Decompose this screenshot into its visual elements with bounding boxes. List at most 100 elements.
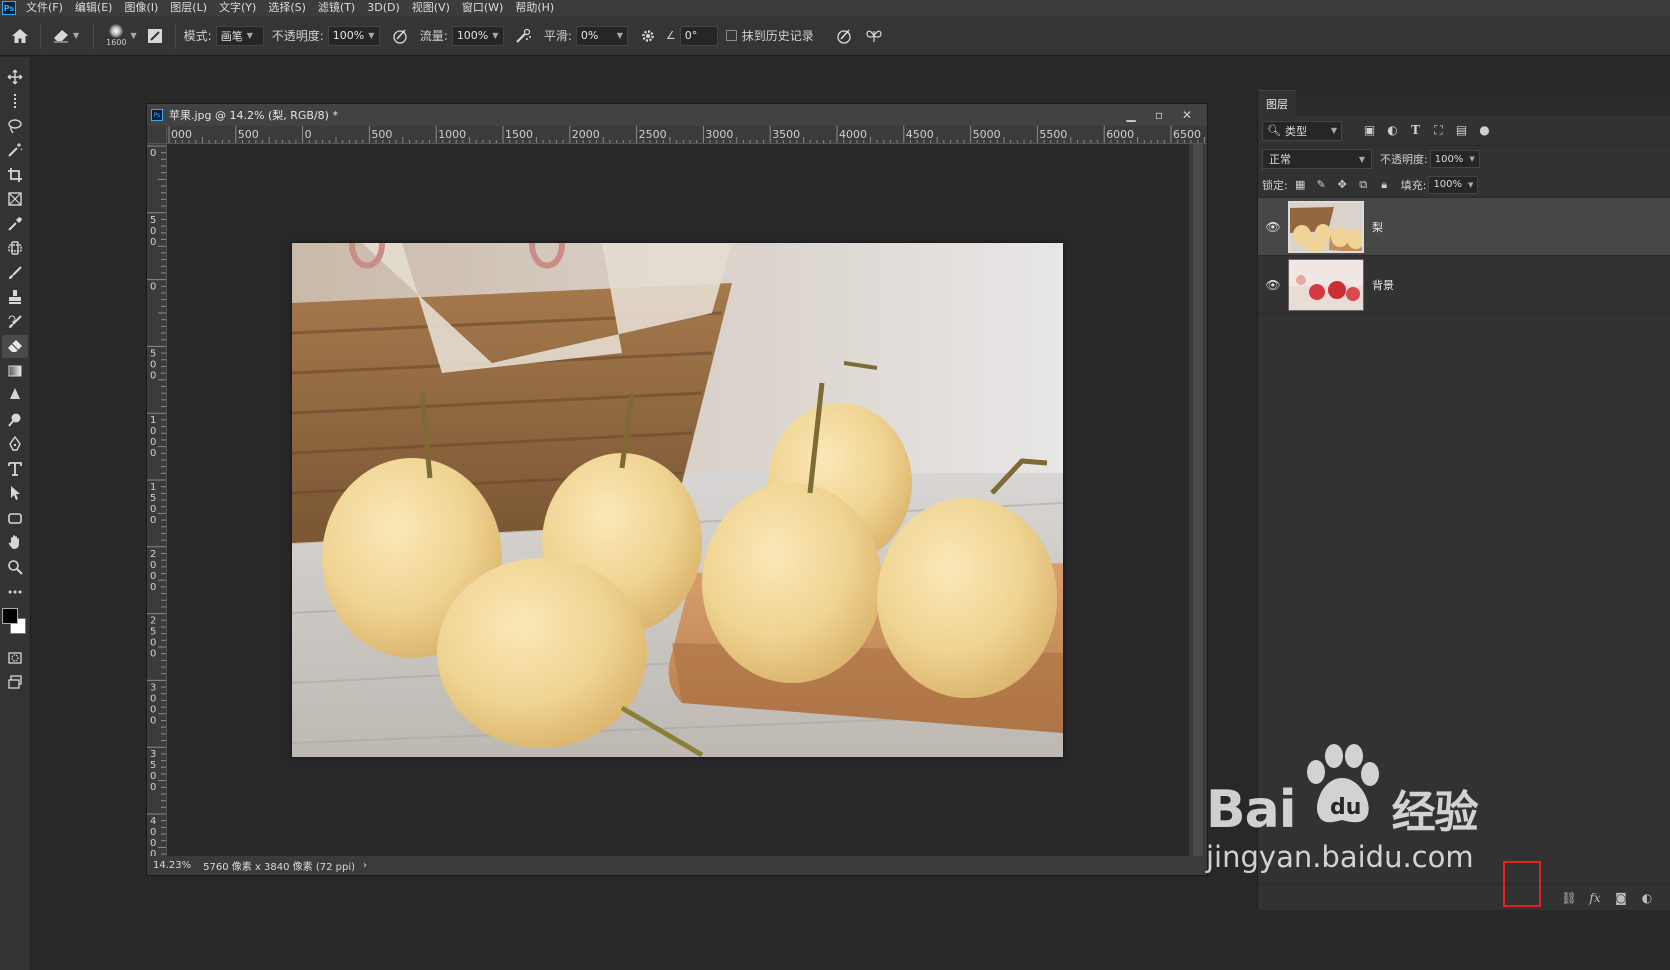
eyedropper-tool-icon[interactable] <box>2 212 28 235</box>
pen-tool-icon[interactable] <box>2 433 28 456</box>
brush-preset-picker[interactable]: 1600 <box>106 24 127 47</box>
layer-name[interactable]: 背景 <box>1372 277 1394 293</box>
menu-edit[interactable]: 编辑(E) <box>69 0 119 16</box>
layer-style-fx-icon[interactable]: fx <box>1582 891 1608 905</box>
history-brush-tool-icon[interactable] <box>2 310 28 333</box>
link-layers-icon[interactable]: ⛓︎ <box>1556 891 1582 905</box>
lock-image-pixels-icon[interactable]: ✎ <box>1311 178 1332 192</box>
mode-dropdown[interactable]: 画笔 ▼ <box>215 25 264 46</box>
tab-layers[interactable]: 图层 <box>1258 90 1296 116</box>
lasso-tool-icon[interactable] <box>2 114 28 137</box>
minimize-icon[interactable]: ▁ <box>1117 108 1145 122</box>
menu-window[interactable]: 窗口(W) <box>456 0 509 16</box>
opacity-field[interactable]: 100% ▼ <box>327 25 380 46</box>
smart-object-filter-icon[interactable]: ▤ <box>1450 123 1473 138</box>
symmetry-butterfly-icon[interactable] <box>862 24 886 48</box>
lock-position-icon[interactable]: ✥ <box>1332 178 1353 192</box>
smoothing-options-gear-icon[interactable] <box>636 24 660 48</box>
chevron-down-icon: ▼ <box>492 31 499 40</box>
angle-field[interactable]: 0° <box>679 25 718 46</box>
menu-help[interactable]: 帮助(H) <box>509 0 560 16</box>
type-tool-icon[interactable] <box>2 457 28 480</box>
eraser-tool-preset-icon[interactable] <box>49 24 73 48</box>
lock-all-icon[interactable]: 🔒︎ <box>1374 178 1395 192</box>
gradient-tool-icon[interactable] <box>2 359 28 382</box>
horizontal-ruler[interactable]: 000 500 0 500 1000 1500 2000 2500 3000 3500 4000 45… <box>167 126 1207 144</box>
panel-tab-bar: 图层 <box>1258 90 1670 116</box>
new-adjustment-layer-icon[interactable]: ◐ <box>1634 891 1660 905</box>
menu-layer[interactable]: 图层(L) <box>164 0 213 16</box>
menu-select[interactable]: 选择(S) <box>262 0 312 16</box>
zoom-level[interactable]: 14.23% <box>153 860 191 871</box>
dodge-tool-icon[interactable] <box>2 408 28 431</box>
eye-visibility-icon[interactable]: 👁︎ <box>1258 278 1288 292</box>
add-layer-mask-icon[interactable]: ◙ <box>1608 891 1634 905</box>
frame-tool-icon[interactable] <box>2 188 28 211</box>
erase-to-history-checkbox[interactable] <box>725 30 737 41</box>
layer-row-pear[interactable]: 👁︎ 梨 <box>1258 198 1670 256</box>
move-tool-icon[interactable] <box>2 65 28 88</box>
rectangle-tool-icon[interactable] <box>2 506 28 529</box>
ruler-origin[interactable] <box>147 126 167 144</box>
more-tools-icon[interactable] <box>2 580 28 603</box>
menu-filter[interactable]: 滤镜(T) <box>312 0 361 16</box>
blur-tool-icon[interactable] <box>2 384 28 407</box>
eraser-tool-icon[interactable] <box>2 334 28 358</box>
blend-mode-dropdown[interactable]: 正常 ▼ <box>1262 149 1372 169</box>
fill-field[interactable]: 100% ▼ <box>1428 175 1479 194</box>
vertical-ruler[interactable]: 0500050010001500200025003000350040004 <box>147 144 167 858</box>
adjustment-layer-filter-icon[interactable]: ◐ <box>1381 123 1404 138</box>
status-menu-arrow-icon[interactable]: › <box>363 860 367 871</box>
pixel-layer-filter-icon[interactable]: ▣ <box>1358 123 1381 138</box>
canvas[interactable] <box>167 144 1189 858</box>
layer-thumbnail[interactable] <box>1288 258 1364 311</box>
lock-artboard-icon[interactable]: ⧉ <box>1353 178 1374 192</box>
menu-type[interactable]: 文字(Y) <box>213 0 262 16</box>
chevron-down-icon[interactable]: ▼ <box>73 31 79 40</box>
crop-tool-icon[interactable] <box>2 163 28 186</box>
zoom-tool-icon[interactable] <box>2 555 28 578</box>
screen-mode-icon[interactable] <box>2 671 28 694</box>
maximize-icon[interactable]: ▫ <box>1145 108 1173 122</box>
type-layer-filter-icon[interactable]: T <box>1404 123 1427 138</box>
menu-3d[interactable]: 3D(D) <box>361 0 406 16</box>
pressure-opacity-icon[interactable] <box>388 24 412 48</box>
chevron-down-icon[interactable]: ▼ <box>131 31 137 40</box>
color-swatches[interactable] <box>2 606 28 640</box>
menu-view[interactable]: 视图(V) <box>406 0 456 16</box>
lock-transparent-pixels-icon[interactable]: ▦ <box>1290 178 1311 192</box>
layer-thumbnail[interactable] <box>1288 200 1364 253</box>
photoshop-logo-icon[interactable]: Ps <box>2 1 16 15</box>
spot-healing-tool-icon[interactable] <box>2 237 28 260</box>
flow-field[interactable]: 100% ▼ <box>451 25 504 46</box>
ruler-label: 1000 <box>438 128 466 141</box>
brush-tool-icon[interactable] <box>2 261 28 284</box>
foreground-color-swatch[interactable] <box>2 608 18 624</box>
layer-filter-dropdown[interactable]: 🔍︎ 类型 ▼ <box>1262 120 1342 141</box>
close-icon[interactable]: ✕ <box>1173 108 1201 122</box>
layer-name[interactable]: 梨 <box>1372 219 1383 235</box>
airbrush-icon[interactable] <box>512 24 536 48</box>
menu-file[interactable]: 文件(F) <box>20 0 69 16</box>
brush-settings-panel-icon[interactable] <box>143 24 167 48</box>
smoothing-field[interactable]: 0% ▼ <box>575 25 628 46</box>
clone-stamp-tool-icon[interactable] <box>2 286 28 309</box>
magic-wand-tool-icon[interactable] <box>2 139 28 162</box>
layer-opacity-field[interactable]: 100% ▼ <box>1429 150 1480 168</box>
erase-to-history-option[interactable]: 抹到历史记录 <box>725 27 818 44</box>
home-icon[interactable] <box>8 24 32 48</box>
hand-tool-icon[interactable] <box>2 531 28 554</box>
shape-layer-filter-icon[interactable]: ⛶ <box>1427 123 1450 138</box>
path-selection-tool-icon[interactable] <box>2 482 28 505</box>
menu-image[interactable]: 图像(I) <box>118 0 164 16</box>
marquee-tool-icon[interactable] <box>2 90 28 113</box>
layer-row-background[interactable]: 👁︎ 背景 <box>1258 256 1670 314</box>
quick-mask-icon[interactable] <box>2 646 28 669</box>
eye-visibility-icon[interactable]: 👁︎ <box>1258 220 1288 234</box>
filter-toggle-icon[interactable]: ● <box>1473 123 1496 138</box>
angle-value: 0° <box>684 29 698 42</box>
pear-photo-layer[interactable] <box>291 242 1064 758</box>
document-tab[interactable]: Ps 苹果.jpg @ 14.2% (梨, RGB/8) * ▁ ▫ ✕ <box>147 104 1207 126</box>
ruler-label: 5 <box>150 493 156 504</box>
pressure-size-icon[interactable] <box>832 24 856 48</box>
